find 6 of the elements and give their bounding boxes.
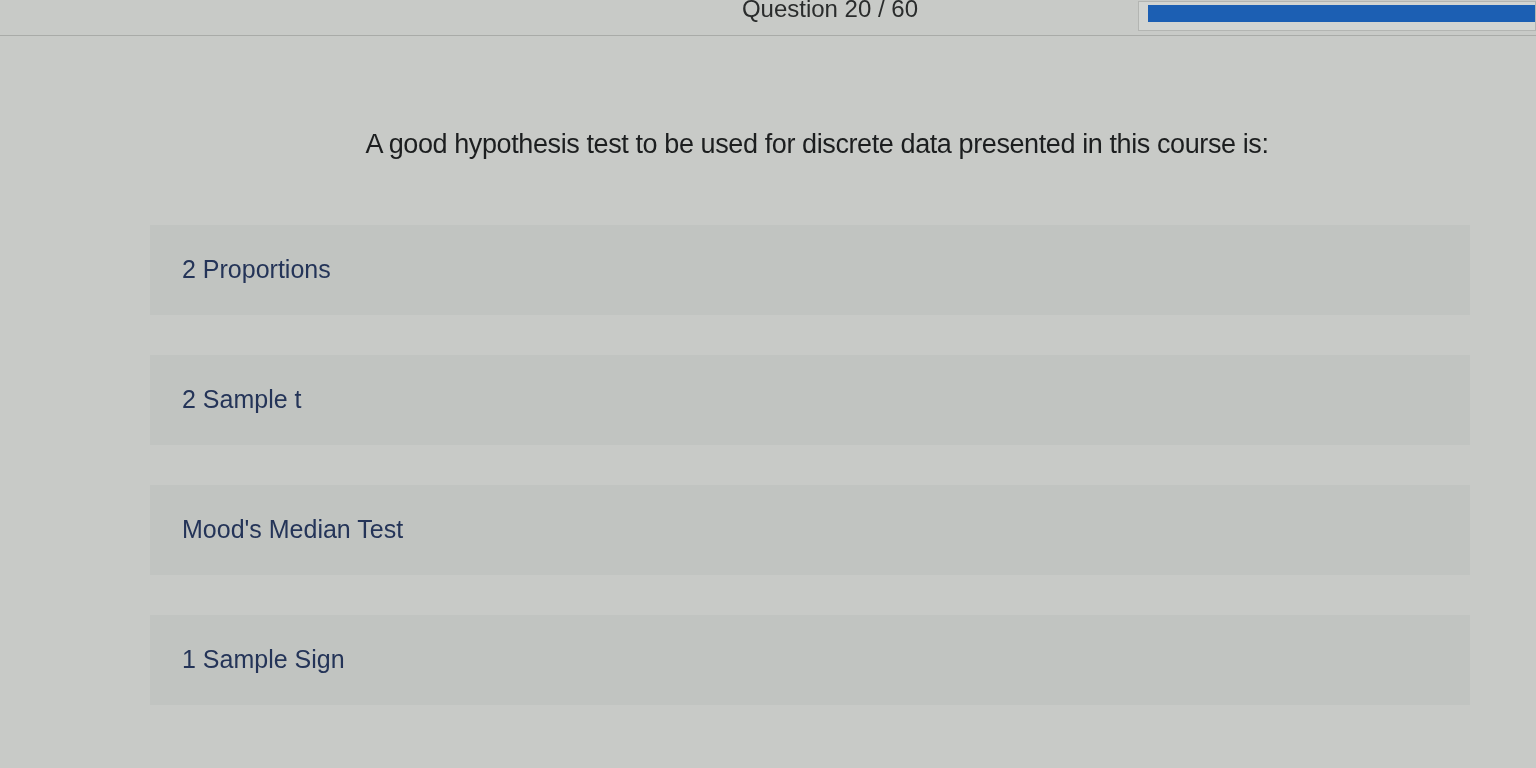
- answer-option[interactable]: 2 Proportions: [150, 224, 1470, 315]
- question-counter: Question 20 / 60: [741, 0, 918, 21]
- answer-option[interactable]: 1 Sample Sign: [150, 614, 1470, 705]
- question-text: A good hypothesis test to be used for discrete data presented in this course is:: [365, 128, 1269, 161]
- answer-option[interactable]: 2 Sample t: [150, 354, 1470, 445]
- answer-option[interactable]: Mood's Median Test: [150, 484, 1470, 575]
